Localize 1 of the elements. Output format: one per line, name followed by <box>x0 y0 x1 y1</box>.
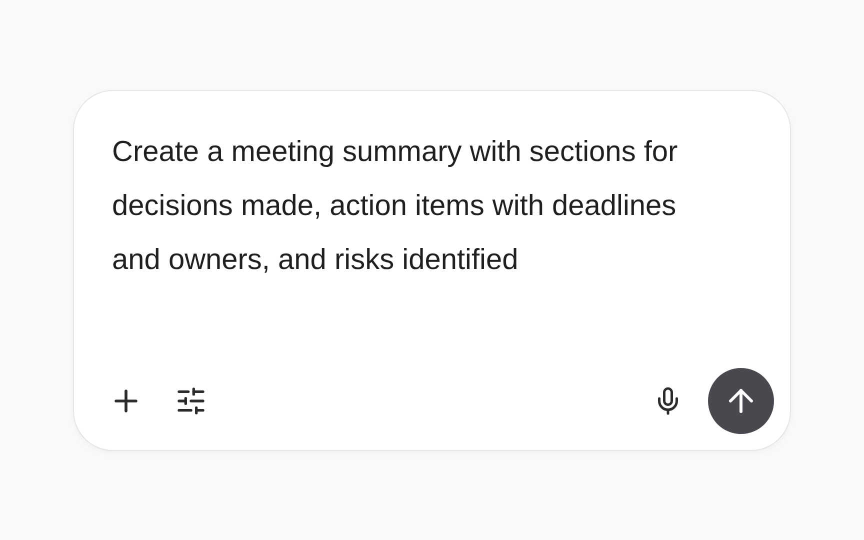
sliders-icon <box>175 384 207 416</box>
